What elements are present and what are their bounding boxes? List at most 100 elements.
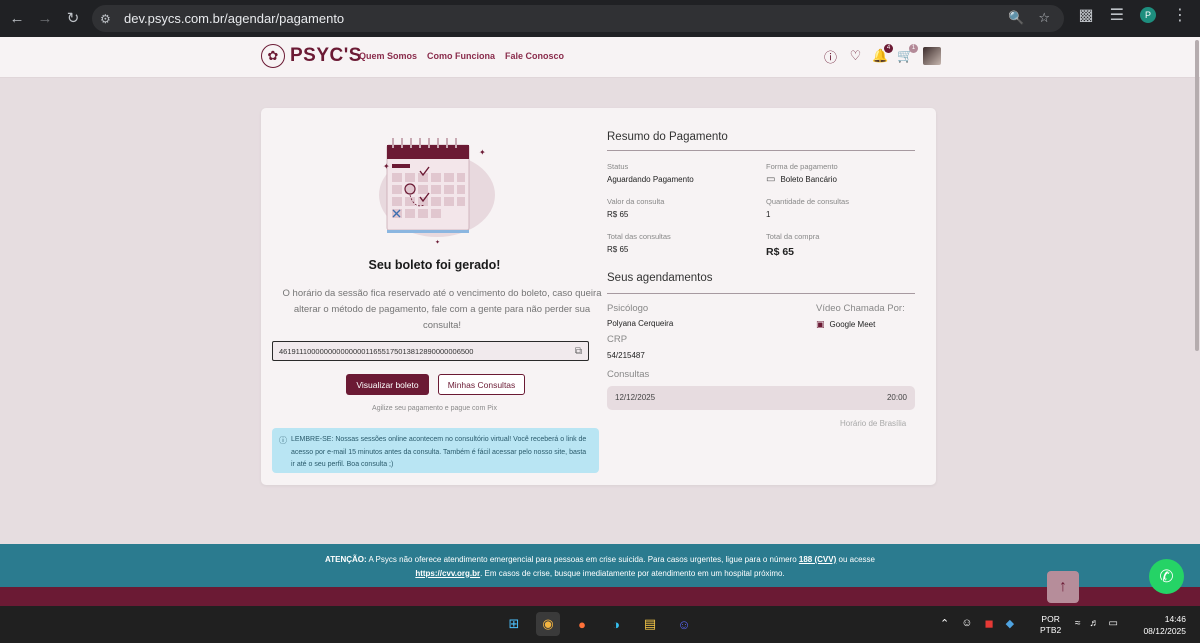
system-icons[interactable]: ≈ ♬ ▭	[1075, 618, 1118, 629]
notification-badge: 4	[884, 43, 893, 53]
psych-label: Psicólogo	[607, 303, 649, 314]
battery-icon: ▭	[1108, 618, 1118, 629]
tray-security-icon[interactable]: ◆	[1006, 617, 1014, 630]
footer-bar	[0, 587, 1200, 606]
system-tray: ⌃ ☺ ◼ ◆	[940, 617, 1014, 630]
user-avatar[interactable]	[923, 47, 941, 65]
tree-logo-icon: ✿	[261, 44, 285, 68]
video-value: Google Meet	[829, 320, 876, 329]
taskbar-apps: ⊞ ◉ ● ◑ ▤ ☺	[502, 612, 696, 636]
back-icon[interactable]: ←	[3, 4, 31, 32]
language-indicator[interactable]: POR PTB2	[1040, 614, 1061, 636]
my-appointments-button[interactable]: Minhas Consultas	[438, 374, 525, 395]
consults-label: Consultas	[607, 369, 650, 380]
success-description: O horário da sessão fica reservado até o…	[282, 288, 602, 331]
video-camera-icon: ▣	[816, 319, 825, 329]
profile-avatar[interactable]: P	[1140, 7, 1156, 23]
site-logo[interactable]: ✿ PSYC'S	[261, 44, 362, 68]
volume-icon: ♬	[1089, 618, 1100, 629]
method-label: Forma de pagamento	[766, 162, 838, 171]
crp-label: CRP	[607, 334, 628, 345]
svg-text:✦: ✦	[383, 162, 390, 171]
bell-icon[interactable]: 🔔 4	[872, 43, 893, 64]
lang-line-2: PTB2	[1040, 625, 1062, 635]
video-label: Vídeo Chamada Por:	[816, 303, 905, 314]
crp-value: 54/215487	[607, 351, 645, 360]
info-icon: ⓘ	[279, 436, 287, 445]
help-icon[interactable]: ⓘ	[823, 49, 838, 65]
cart-icon[interactable]: 🛒 1	[897, 43, 918, 64]
warn-prefix: ATENÇÃO:	[325, 555, 367, 564]
chrome-icon[interactable]: ◉	[536, 612, 560, 636]
cvv-number-link[interactable]: 188 (CVV)	[799, 555, 836, 564]
windows-start-icon[interactable]: ⊞	[502, 612, 526, 636]
tray-mcafee-icon[interactable]: ◼	[984, 617, 993, 630]
copy-icon[interactable]: ⧉	[575, 346, 582, 357]
header-actions: ⓘ ♡ 🔔 4 🛒 1	[823, 43, 941, 65]
pix-note[interactable]: Agilize seu pagamento e pague com Pix	[261, 405, 608, 412]
cvv-site-link[interactable]: https://cvv.org.br	[415, 569, 480, 578]
barcode-field[interactable]: 4619111000000000000001165517501381289000…	[272, 341, 589, 361]
tray-discord-icon[interactable]: ☺	[961, 617, 972, 630]
file-explorer-icon[interactable]: ▤	[638, 612, 662, 636]
firefox-icon[interactable]: ●	[570, 612, 594, 636]
page-scrollbar[interactable]	[1195, 40, 1199, 351]
appointments-title: Seus agendamentos	[607, 272, 713, 284]
logo-text: PSYC'S	[290, 45, 362, 66]
windows-taskbar: ⊞ ◉ ● ◑ ▤ ☺ ⌃ ☺ ◼ ◆ POR PTB2 ≈ ♬ ▭ 14:46…	[0, 606, 1200, 643]
price-label: Valor da consulta	[607, 197, 665, 206]
reminder-text: LEMBRE-SE: Nossas sessões online acontec…	[291, 436, 587, 468]
appointment-date: 12/12/2025	[615, 393, 656, 402]
clock-date: 08/12/2025	[1143, 626, 1186, 636]
status-label: Status	[607, 162, 629, 171]
method-value: Boleto Bancário	[780, 175, 837, 184]
warn-text-3: . Em casos de crise, busque imediatament…	[480, 568, 785, 578]
lang-line-1: POR	[1041, 614, 1060, 624]
clock-time: 14:46	[1164, 614, 1186, 624]
view-boleto-button[interactable]: Visualizar boleto	[346, 374, 429, 395]
reminder-box: ⓘ LEMBRE-SE: Nossas sessões online acont…	[272, 428, 599, 473]
timezone-note: Horário de Brasília	[840, 419, 907, 428]
cart-badge: 1	[909, 43, 918, 53]
wifi-icon: ≈	[1075, 618, 1081, 629]
media-icon[interactable]: ☰	[1110, 5, 1124, 25]
qty-value: 1	[766, 210, 771, 219]
menu-kebab-icon[interactable]: ⋮	[1172, 5, 1188, 25]
total-consult-value: R$ 65	[607, 245, 629, 254]
scroll-to-top-button[interactable]: ↑	[1047, 571, 1079, 603]
address-bar[interactable]: ⚙ dev.psycs.com.br/agendar/pagamento 🔍 ☆	[92, 5, 1064, 32]
total-label: Total da compra	[766, 232, 820, 241]
forward-icon[interactable]: →	[31, 4, 59, 32]
warn-text-2: ou acesse	[838, 555, 875, 564]
crisis-warning-bar: ATENÇÃO: A Psycs não oferece atendimento…	[0, 544, 1200, 587]
video-value-row: ▣ Google Meet	[816, 319, 875, 330]
edge-icon[interactable]: ◑	[604, 612, 628, 636]
main-nav: Quem Somos Como Funciona Fale Conosco	[359, 51, 564, 61]
zoom-icon[interactable]: 🔍	[1008, 10, 1024, 26]
heart-icon[interactable]: ♡	[848, 48, 863, 64]
discord-icon[interactable]: ☺	[672, 612, 696, 636]
success-title: Seu boleto foi gerado!	[368, 258, 501, 272]
site-settings-icon[interactable]: ⚙	[100, 12, 120, 26]
reload-icon[interactable]: ↻	[59, 4, 87, 32]
tray-chevron-icon[interactable]: ⌃	[940, 617, 949, 630]
status-value: Aguardando Pagamento	[607, 175, 694, 184]
bookmark-star-icon[interactable]: ☆	[1038, 10, 1050, 26]
svg-text:✦: ✦	[479, 148, 486, 157]
method-value-row: ▭ Boleto Bancário	[766, 174, 837, 185]
calendar-illustration: ✦ ✦ ✦	[379, 138, 495, 246]
taskbar-clock[interactable]: 14:46 08/12/2025	[1137, 613, 1186, 637]
payment-card: ✦ ✦ ✦ Seu boleto foi gerado! O horário d…	[261, 108, 936, 485]
site-header: ✿ PSYC'S Quem Somos Como Funciona Fale C…	[0, 37, 1200, 78]
nav-quem-somos[interactable]: Quem Somos	[359, 51, 417, 61]
summary-divider	[607, 150, 915, 151]
nav-fale-conosco[interactable]: Fale Conosco	[505, 51, 564, 61]
qty-label: Quantidade de consultas	[766, 197, 849, 206]
browser-toolbar: ← → ↻ ⚙ dev.psycs.com.br/agendar/pagamen…	[0, 0, 1200, 37]
nav-como-funciona[interactable]: Como Funciona	[427, 51, 495, 61]
warn-text-1: A Psycs não oferece atendimento emergenc…	[368, 555, 797, 564]
appointment-row: 12/12/2025 20:00	[607, 386, 915, 410]
total-consult-label: Total das consultas	[607, 232, 671, 241]
whatsapp-button[interactable]: ✆	[1149, 559, 1184, 594]
extensions-icon[interactable]: ▩	[1079, 5, 1094, 25]
